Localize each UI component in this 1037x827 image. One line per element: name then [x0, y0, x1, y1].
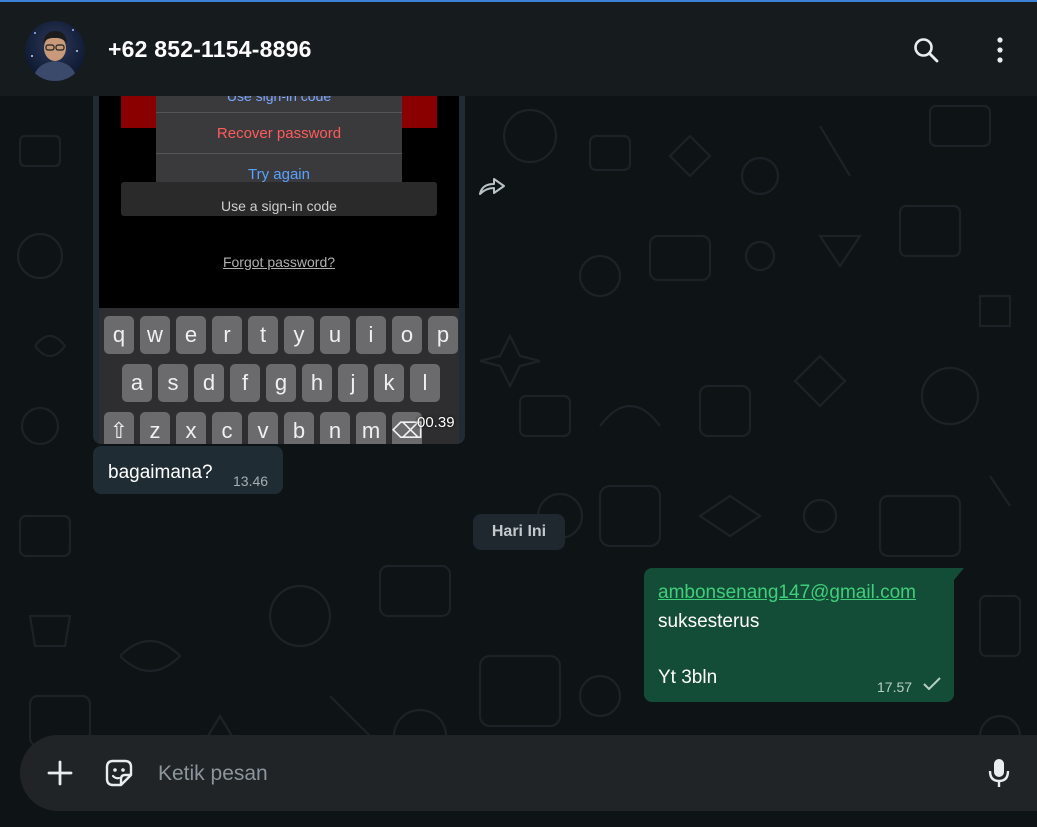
message-time: 13.46: [233, 473, 269, 489]
screenshot-key: j: [338, 364, 368, 402]
screenshot-key: k: [374, 364, 404, 402]
screenshot-key: h: [302, 364, 332, 402]
screenshot-key: i: [356, 316, 386, 354]
screenshot-signin-code: Use a sign-in code: [221, 198, 337, 214]
message-input[interactable]: [156, 753, 940, 795]
screenshot-key: l: [410, 364, 440, 402]
single-check-icon: [922, 676, 942, 697]
outgoing-message[interactable]: ambonsenang147@gmail.com suksesterus Yt …: [644, 568, 964, 702]
screenshot-key: u: [320, 316, 350, 354]
screenshot-key: f: [230, 364, 260, 402]
screenshot-key: x: [176, 412, 206, 444]
message-text: bagaimana?: [108, 462, 213, 483]
screenshot-login-screen: Use sign-in code Recover password Try ag…: [99, 96, 459, 308]
message-text-line-1: suksesterus: [658, 611, 760, 632]
screenshot-key: n: [320, 412, 350, 444]
sticker-icon[interactable]: [101, 755, 137, 791]
incoming-message[interactable]: bagaimana? 13.46: [93, 446, 283, 494]
screenshot-dialog: Use sign-in code Recover password Try ag…: [156, 96, 402, 192]
screenshot-key: d: [194, 364, 224, 402]
message-time: 00.39: [417, 414, 455, 431]
screenshot-key: r: [212, 316, 242, 354]
screenshot-key: g: [266, 364, 296, 402]
message-composer: [20, 735, 1037, 811]
screenshot-key: b: [284, 412, 314, 444]
image-message[interactable]: Use sign-in code Recover password Try ag…: [93, 96, 465, 444]
screenshot-key: e: [176, 316, 206, 354]
screenshot-key: ⇧: [104, 412, 134, 444]
screenshot-key: z: [140, 412, 170, 444]
screenshot-key: t: [248, 316, 278, 354]
search-icon[interactable]: [908, 32, 944, 68]
screenshot-key: p: [428, 316, 458, 354]
screenshot-key: m: [356, 412, 386, 444]
chat-header: +62 852-1154-8896: [0, 2, 1037, 96]
screenshot-try-again: Try again: [248, 166, 310, 183]
screenshot-key: w: [140, 316, 170, 354]
screenshot-image[interactable]: Use sign-in code Recover password Try ag…: [99, 96, 459, 444]
screenshot-key: y: [284, 316, 314, 354]
chat-area[interactable]: Use sign-in code Recover password Try ag…: [0, 96, 1037, 827]
mic-icon[interactable]: [982, 755, 1016, 791]
screenshot-recover-password: Recover password: [216, 125, 342, 142]
screenshot-key: c: [212, 412, 242, 444]
avatar-image: [31, 29, 78, 81]
message-text-line-2: Yt 3bln: [658, 667, 718, 688]
screenshot-key: s: [158, 364, 188, 402]
screenshot-forgot-password: Forgot password?: [222, 254, 336, 270]
screenshot-key: a: [122, 364, 152, 402]
screenshot-key: v: [248, 412, 278, 444]
date-separator: Hari Ini: [473, 514, 565, 550]
screenshot-partial-text: Use sign-in code: [226, 96, 332, 104]
screenshot-key: q: [104, 316, 134, 354]
forward-icon[interactable]: [477, 171, 507, 201]
plus-icon[interactable]: [44, 757, 76, 789]
contact-avatar[interactable]: [25, 21, 85, 81]
email-link[interactable]: ambonsenang147@gmail.com: [658, 582, 916, 604]
contact-name[interactable]: +62 852-1154-8896: [108, 36, 312, 63]
message-time: 17.57: [877, 679, 913, 695]
kebab-menu-icon[interactable]: [982, 32, 1018, 68]
screenshot-keyboard: q w e r t y u i o p a s d f g h j k l ⇧ z x c v b n m ⌫: [99, 308, 459, 444]
screenshot-key: o: [392, 316, 422, 354]
